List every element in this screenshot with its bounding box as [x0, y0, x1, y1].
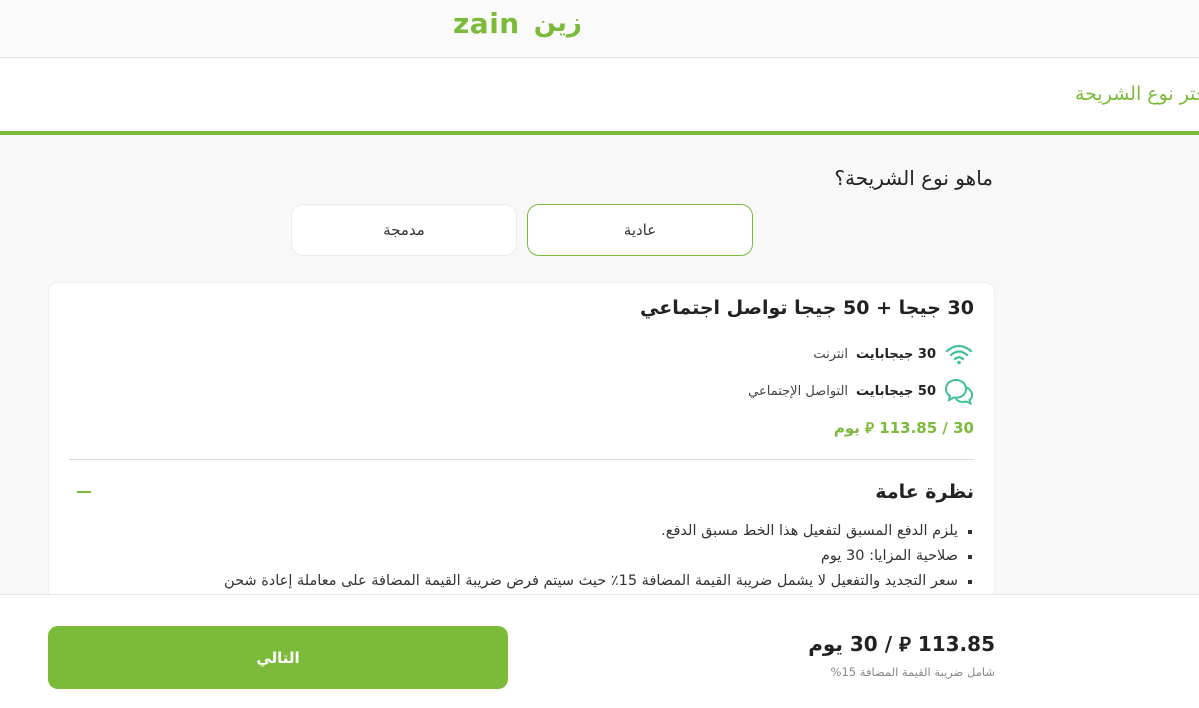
- overview-item: صلاحية المزايا: 30 يوم: [224, 544, 974, 569]
- feature-social-label: التواصل الإجتماعي: [748, 383, 849, 399]
- sim-type-question: ماهو نوع الشريحة؟: [834, 166, 993, 190]
- feature-internet: 30 جيجابايت انترنت: [813, 339, 974, 369]
- logo-arabic-text: زين: [533, 8, 582, 38]
- feature-social: 50 جيجابايت التواصل الإجتماعي: [748, 376, 974, 406]
- top-bar: zain زين: [0, 0, 1199, 58]
- vat-note: شامل ضريبة القيمة المضافة 15%: [830, 665, 995, 679]
- next-button[interactable]: التالي: [48, 626, 508, 689]
- sim-option-esim[interactable]: مدمجة: [291, 204, 517, 256]
- overview-item: سعر التجديد والتفعيل لا يشمل ضريبة القيم…: [224, 569, 974, 594]
- card-divider: [69, 459, 974, 460]
- plan-title: 30 جيجا + 50 جيجا تواصل اجتماعي: [640, 297, 974, 319]
- feature-internet-amount: 30 جيجابايت: [856, 346, 936, 362]
- plan-price: 30 / 113.85 ⃁ يوم: [833, 419, 974, 437]
- logo-latin-text: zain: [453, 6, 520, 40]
- feature-internet-label: انترنت: [813, 346, 849, 362]
- step-header: اختر نوع الشريحة: [0, 59, 1199, 135]
- checkout-footer: التالي 113.85 ⃁ / 30 يوم شامل ضريبة القي…: [0, 594, 1199, 708]
- step-title: اختر نوع الشريحة: [1074, 83, 1199, 105]
- wifi-icon: [944, 339, 974, 369]
- feature-social-amount: 50 جيجابايت: [856, 383, 936, 399]
- collapse-minus-icon[interactable]: [77, 491, 91, 493]
- zain-logo[interactable]: zain زين: [453, 6, 582, 40]
- overview-title: نظرة عامة: [875, 481, 974, 503]
- overview-item: يلزم الدفع المسبق لتفعيل هذا الخط مسبق ا…: [224, 519, 974, 544]
- overview-list: يلزم الدفع المسبق لتفعيل هذا الخط مسبق ا…: [224, 519, 974, 594]
- total-price: 113.85 ⃁ / 30 يوم: [808, 632, 995, 656]
- plan-card: 30 جيجا + 50 جيجا تواصل اجتماعي 30 جيجاب…: [48, 282, 995, 622]
- sim-option-regular[interactable]: عادية: [527, 204, 753, 256]
- chat-bubbles-icon: [944, 376, 974, 406]
